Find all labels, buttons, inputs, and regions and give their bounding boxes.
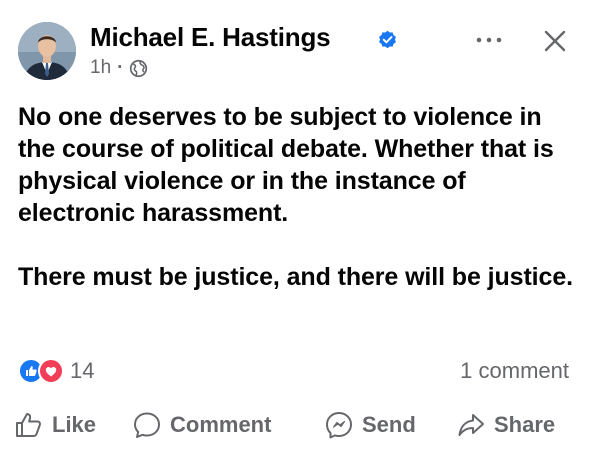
share-label: Share [494,412,556,437]
post-paragraph: There must be justice, and there will be… [18,263,573,291]
like-button[interactable]: Like [14,406,96,444]
action-bar: Like Comment Send Share [0,406,589,446]
share-button[interactable]: Share [456,406,555,444]
post-paragraph: No one deserves to be subject to violenc… [18,103,554,227]
post-card: Michael E. Hastings 1h · No one deserves… [0,0,589,443]
more-options-icon[interactable] [474,33,504,47]
love-reaction-icon [38,358,64,384]
messenger-icon [326,412,352,439]
comment-button[interactable]: Comment [132,406,271,444]
reaction-icons [18,358,66,384]
avatar[interactable] [18,22,76,80]
comment-icon [134,412,160,438]
author-name[interactable]: Michael E. Hastings [90,22,331,52]
reaction-summary[interactable]: 14 [18,356,94,386]
globe-icon[interactable] [129,59,148,78]
post-time[interactable]: 1h [90,57,111,79]
thumbs-up-icon [16,413,42,437]
meta-separator: · [117,57,124,78]
reaction-count: 14 [70,358,95,383]
send-button[interactable]: Send [324,406,416,444]
comment-count[interactable]: 1 comment [460,356,569,386]
close-icon[interactable] [541,27,569,55]
verified-badge-icon [379,30,396,49]
send-label: Send [362,412,416,437]
post-body: No one deserves to be subject to violenc… [18,101,578,293]
like-label: Like [52,412,97,437]
post-meta: 1h · [90,57,148,79]
share-icon [458,414,484,436]
comment-label: Comment [170,412,272,437]
